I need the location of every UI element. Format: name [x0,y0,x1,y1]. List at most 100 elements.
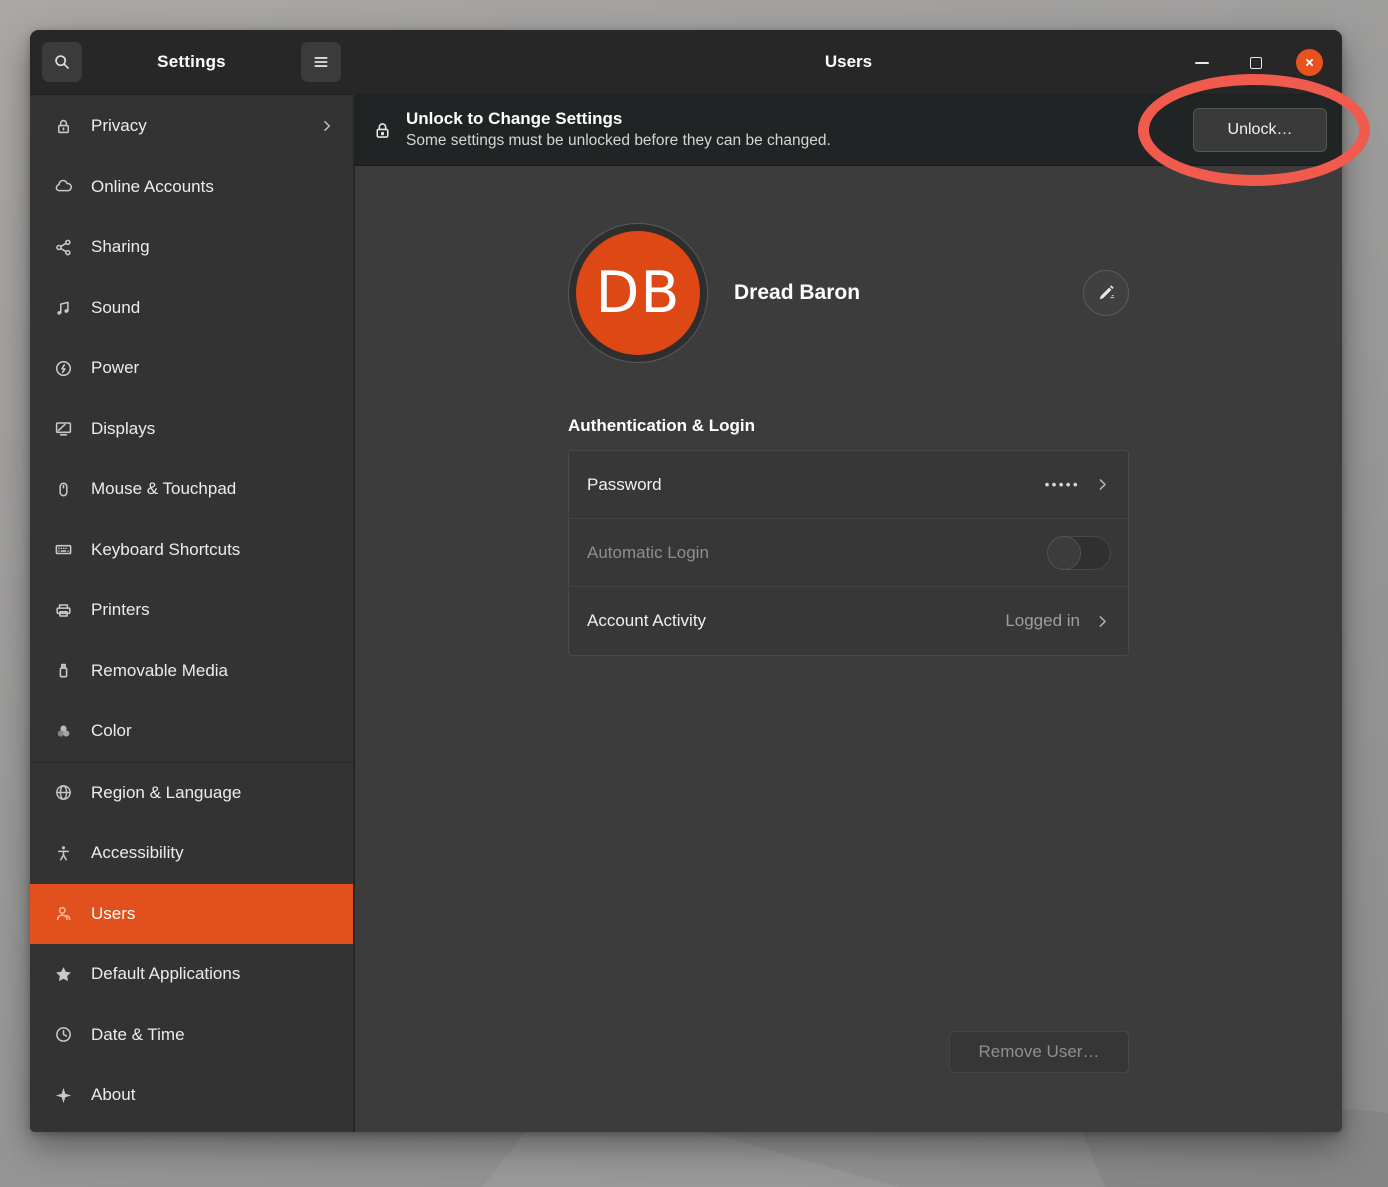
page-title: Users [825,52,872,72]
chevron-right-icon [1094,613,1111,630]
sidebar-item-label: Sharing [91,237,335,257]
sidebar-item-sound[interactable]: Sound [30,278,353,339]
sidebar-item-label: Removable Media [91,661,335,681]
sound-icon [53,298,73,318]
unlock-button[interactable]: Unlock… [1193,108,1327,152]
sidebar-item-sharing[interactable]: Sharing [30,217,353,278]
sidebar-item-label: Color [91,721,335,741]
settings-window: Settings Privacy Online Accounts [30,30,1342,1132]
user-profile: DB Dread Baron [568,223,1129,363]
sidebar-item-label: Users [91,904,335,924]
avatar[interactable]: DB [576,231,700,355]
close-button[interactable] [1296,49,1323,76]
sidebar-item-label: Printers [91,600,335,620]
sidebar-item-mouse-touchpad[interactable]: Mouse & Touchpad [30,459,353,520]
menu-button[interactable] [301,42,341,82]
automatic-login-row: Automatic Login [569,519,1128,587]
desktop-background: Settings Privacy Online Accounts [0,0,1388,1187]
sidebar-item-label: Keyboard Shortcuts [91,540,335,560]
password-dots: ••••• [1045,477,1080,492]
pencil-icon [1096,283,1116,303]
lock-icon [53,116,73,136]
toggle-knob [1047,536,1081,570]
sparkle-icon [53,1085,73,1105]
window-controls [1188,30,1323,95]
cloud-icon [53,177,73,197]
minimize-button[interactable] [1188,49,1215,76]
password-label: Password [587,475,1045,495]
sidebar-item-date-time[interactable]: Date & Time [30,1005,353,1066]
remove-user-button[interactable]: Remove User… [949,1031,1129,1073]
sidebar-item-label: Default Applications [91,964,335,984]
sidebar: Settings Privacy Online Accounts [30,30,355,1132]
sidebar-item-displays[interactable]: Displays [30,399,353,460]
sidebar-item-default-applications[interactable]: Default Applications [30,944,353,1005]
sidebar-item-label: Region & Language [91,783,335,803]
chevron-right-icon [319,118,335,134]
search-button[interactable] [42,42,82,82]
sidebar-item-label: Mouse & Touchpad [91,479,335,499]
content-header: Users [355,30,1342,95]
users-icon [53,904,73,924]
avatar-ring: DB [568,223,708,363]
auth-card: Password ••••• Automatic Login Account A… [568,450,1129,656]
account-activity-value: Logged in [1005,611,1080,631]
sidebar-item-label: Accessibility [91,843,335,863]
globe-icon [53,783,73,803]
keyboard-icon [53,540,73,560]
users-panel: DB Dread Baron Authentication & Login Pa… [355,166,1342,1132]
search-icon [53,53,71,71]
mouse-icon [53,479,73,499]
maximize-button[interactable] [1242,49,1269,76]
sidebar-header: Settings [30,30,353,95]
sidebar-item-label: Power [91,358,335,378]
flash-drive-icon [53,661,73,681]
sidebar-item-users[interactable]: Users [30,884,353,945]
password-row[interactable]: Password ••••• [569,451,1128,519]
sidebar-item-printers[interactable]: Printers [30,580,353,641]
sidebar-item-removable-media[interactable]: Removable Media [30,641,353,702]
automatic-login-label: Automatic Login [587,543,1047,563]
sidebar-item-label: Privacy [91,116,319,136]
star-icon [53,964,73,984]
sidebar-item-accessibility[interactable]: Accessibility [30,823,353,884]
edit-name-button[interactable] [1083,270,1129,316]
sidebar-item-label: Sound [91,298,335,318]
user-full-name: Dread Baron [734,281,860,305]
close-icon [1296,49,1323,76]
sidebar-item-privacy[interactable]: Privacy [30,96,353,157]
sidebar-item-color[interactable]: Color [30,701,353,762]
sidebar-list: Privacy Online Accounts Sharing Sound [30,95,353,1132]
content-pane: Users Unlock to Change Settings [355,30,1342,1132]
sidebar-item-region-language[interactable]: Region & Language [30,763,353,824]
lock-icon [372,120,393,141]
accessibility-icon [53,843,73,863]
sidebar-item-online-accounts[interactable]: Online Accounts [30,157,353,218]
sidebar-item-keyboard-shortcuts[interactable]: Keyboard Shortcuts [30,520,353,581]
banner-text: Unlock to Change Settings Some settings … [406,108,1193,151]
maximize-icon [1250,57,1262,69]
sidebar-item-label: Online Accounts [91,177,335,197]
chevron-right-icon [1094,476,1111,493]
sidebar-item-about[interactable]: About [30,1065,353,1126]
account-activity-label: Account Activity [587,611,1005,631]
menu-icon [312,53,330,71]
sidebar-item-label: Displays [91,419,335,439]
share-icon [53,237,73,257]
sidebar-item-label: About [91,1085,335,1105]
sidebar-item-label: Date & Time [91,1025,335,1045]
banner-title: Unlock to Change Settings [406,108,1193,131]
display-icon [53,419,73,439]
automatic-login-toggle[interactable] [1047,536,1111,570]
sidebar-item-power[interactable]: Power [30,338,353,399]
unlock-banner: Unlock to Change Settings Some settings … [355,95,1342,166]
account-activity-row[interactable]: Account Activity Logged in [569,587,1128,655]
banner-subtitle: Some settings must be unlocked before th… [406,131,1193,151]
clock-icon [53,1025,73,1045]
color-icon [53,721,73,741]
minimize-icon [1195,62,1209,64]
app-title: Settings [82,52,301,72]
printer-icon [53,600,73,620]
auth-section-title: Authentication & Login [568,416,1129,436]
power-icon [53,358,73,378]
